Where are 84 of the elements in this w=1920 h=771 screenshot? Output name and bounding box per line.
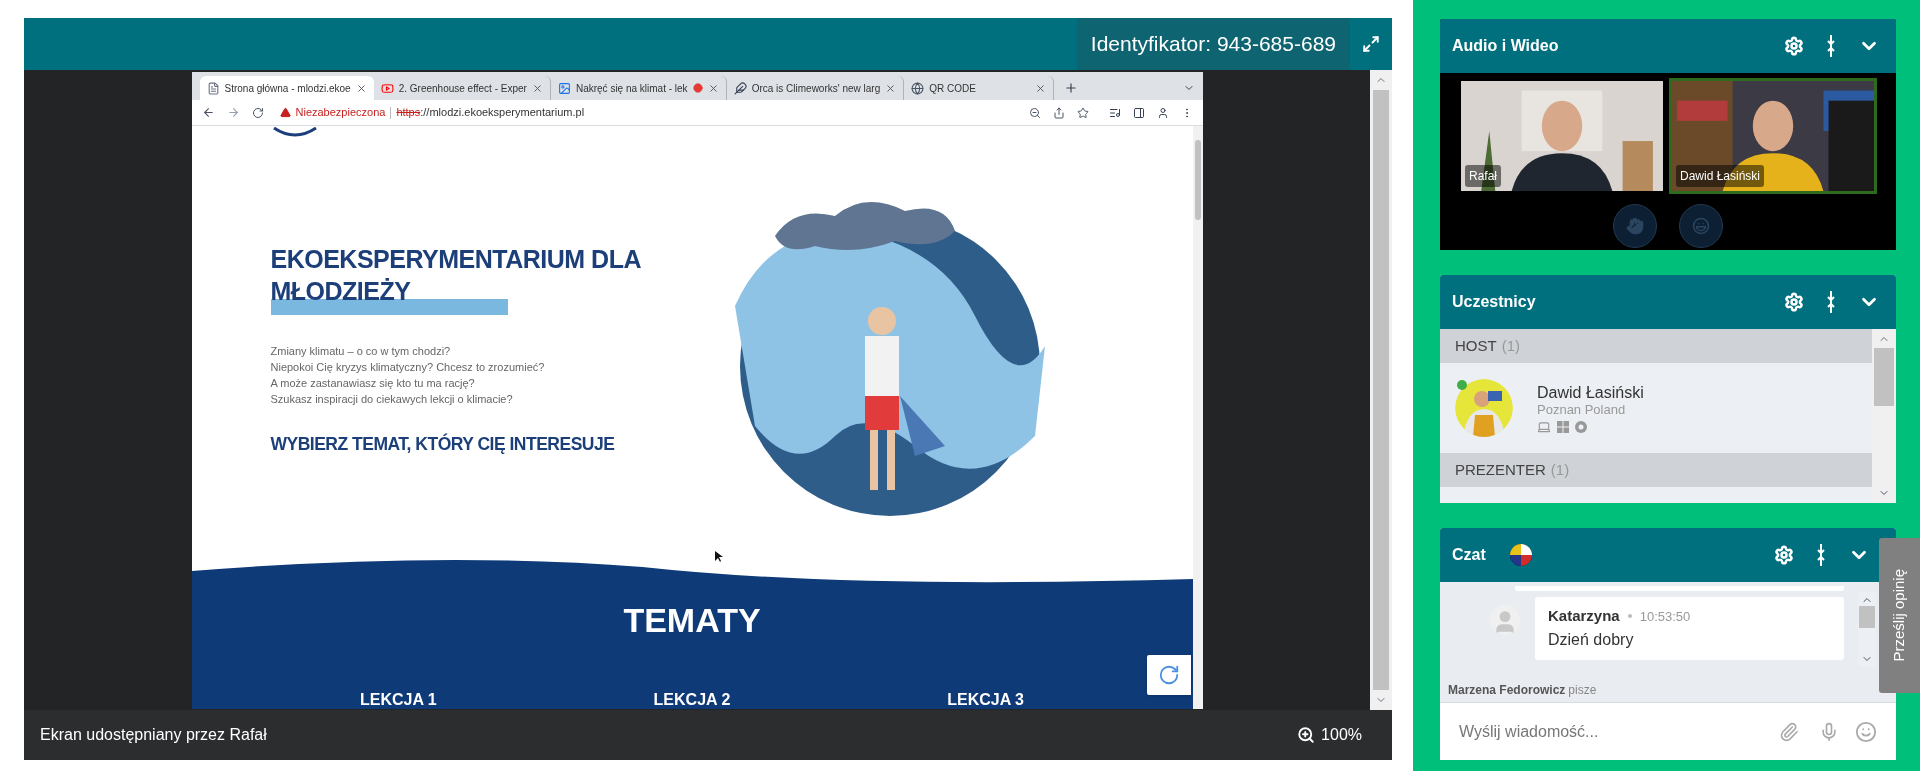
message-text: Dzień dobry [1548, 630, 1634, 648]
panel-title: Audio i Wideo [1452, 36, 1559, 56]
participant-location: Poznan Poland [1537, 401, 1627, 418]
share-caption: Ekran udostępniany przez Rafał [40, 725, 267, 745]
typing-name: Marzena Fedorowicz [1448, 682, 1566, 699]
message-time: 10:53:50 [1639, 607, 1691, 626]
participant-row[interactable]: Dawid Łasiński Poznan Poland [1440, 363, 1872, 453]
video-name-label: Rafał [1465, 165, 1501, 187]
video-tile[interactable]: Dawid Łasiński [1669, 78, 1877, 194]
feedback-tab[interactable]: Prześlij opinię [1879, 538, 1920, 693]
media-icon[interactable] [1108, 106, 1121, 119]
participant-name: Dawid Łasiński [1537, 382, 1644, 402]
pin-icon[interactable] [1826, 291, 1836, 313]
video-tile[interactable]: Rafał [1458, 78, 1666, 194]
panel-title: Czat [1452, 545, 1486, 565]
close-tab-icon[interactable] [531, 82, 543, 94]
hand-icon [1626, 217, 1644, 235]
feedback-label: Prześlij opinię [1889, 569, 1909, 662]
globe-icon [911, 81, 925, 95]
tab-title: 2. Greenhouse effect - Exper [398, 81, 527, 96]
security-label: Niezabezpieczona [295, 105, 386, 121]
fullscreen-icon[interactable] [1362, 35, 1380, 53]
intro-line: Szukasz inspiracji do ciekawych lekcji o klimacie? [270, 392, 514, 407]
language-flag-icon[interactable] [1509, 544, 1532, 566]
message-input[interactable]: Wyślij wiadomość... [1440, 702, 1896, 760]
typing-status: pisze [1568, 682, 1597, 699]
page-heading: EKOEKSPERYMENTARIUM DLA MŁODZIEŻY [270, 244, 642, 307]
settings-icon[interactable] [1774, 545, 1794, 565]
logo-icon [271, 126, 318, 138]
emoji-icon [1692, 217, 1710, 235]
browser-icon [1575, 420, 1587, 433]
windows-icon [1557, 420, 1569, 433]
recaptcha-icon [1157, 664, 1180, 686]
video-name-label: Dawid Łasiński [1676, 165, 1765, 187]
close-tab-icon[interactable] [1035, 82, 1047, 94]
bookmark-icon[interactable] [1076, 106, 1089, 119]
message-author: Katarzyna [1548, 606, 1620, 626]
close-tab-icon[interactable] [707, 82, 719, 94]
zoom-out-icon[interactable] [1028, 106, 1041, 119]
app-icon [557, 81, 571, 95]
close-tab-icon[interactable] [355, 82, 367, 94]
tab-title: QR CODE [929, 81, 977, 96]
section-title: TEMATY [623, 603, 761, 637]
group-label: HOST [1455, 335, 1497, 356]
forward-icon[interactable] [226, 106, 240, 119]
message-input-text[interactable]: Wyślij wiadomość... [1459, 719, 1767, 744]
pin-icon[interactable] [1826, 35, 1836, 57]
browser-tab[interactable]: Strona główna - mlodzi.ekoe [199, 76, 374, 100]
lesson-title[interactable]: LEKCJA 3 [947, 691, 1024, 709]
group-label: PREZENTER [1455, 459, 1546, 480]
tab-title: Strona główna - mlodzi.ekoe [224, 81, 351, 96]
video-icon [380, 81, 394, 95]
share-icon[interactable] [1052, 106, 1065, 119]
laptop-icon [1537, 419, 1551, 434]
meeting-id: Identyfikator: 943-685-689 [1090, 31, 1336, 58]
settings-icon[interactable] [1784, 292, 1804, 312]
back-icon[interactable] [201, 106, 215, 119]
close-tab-icon[interactable] [885, 82, 897, 94]
tab-title: Orca is Climeworks' new larg [751, 81, 881, 96]
intro-line: A może zastanawiasz się kto tu ma rację? [270, 376, 476, 391]
url-text: ://mlodzi.ekoeksperymentarium.pl [420, 105, 585, 121]
reload-icon[interactable] [251, 106, 264, 119]
warning-icon [279, 107, 291, 118]
lesson-title[interactable]: LEKCJA 1 [359, 691, 437, 709]
new-tab-icon[interactable] [1064, 81, 1079, 95]
pin-icon[interactable] [1816, 544, 1826, 566]
url-scheme: https [396, 105, 421, 121]
zoom-icon[interactable] [1297, 726, 1316, 744]
group-count: (1) [1501, 335, 1520, 356]
tab-title: Nakręć się na klimat - lek [575, 81, 688, 96]
profile-icon[interactable] [1156, 106, 1169, 119]
lesson-title[interactable]: LEKCJA 2 [653, 691, 731, 709]
intro-line: Zmiany klimatu – o co w tym chodzi? [270, 344, 452, 359]
topic-prompt: WYBIERZ TEMAT, KTÓRY CIĘ INTERESUJE [270, 432, 616, 456]
zoom-level: 100% [1321, 725, 1362, 745]
settings-icon[interactable] [1784, 36, 1804, 56]
group-count: (1) [1550, 459, 1570, 480]
side-panel-icon[interactable] [1132, 106, 1145, 119]
intro-line: Niepokoi Cię kryzys klimatyczny? Chcesz to zrozumieć? [270, 360, 546, 375]
feather-icon [733, 81, 747, 95]
cursor-icon [714, 551, 723, 563]
panel-title: Uczestnicy [1452, 292, 1536, 312]
page-scrollbar[interactable] [1192, 126, 1203, 709]
page-icon [206, 81, 220, 95]
